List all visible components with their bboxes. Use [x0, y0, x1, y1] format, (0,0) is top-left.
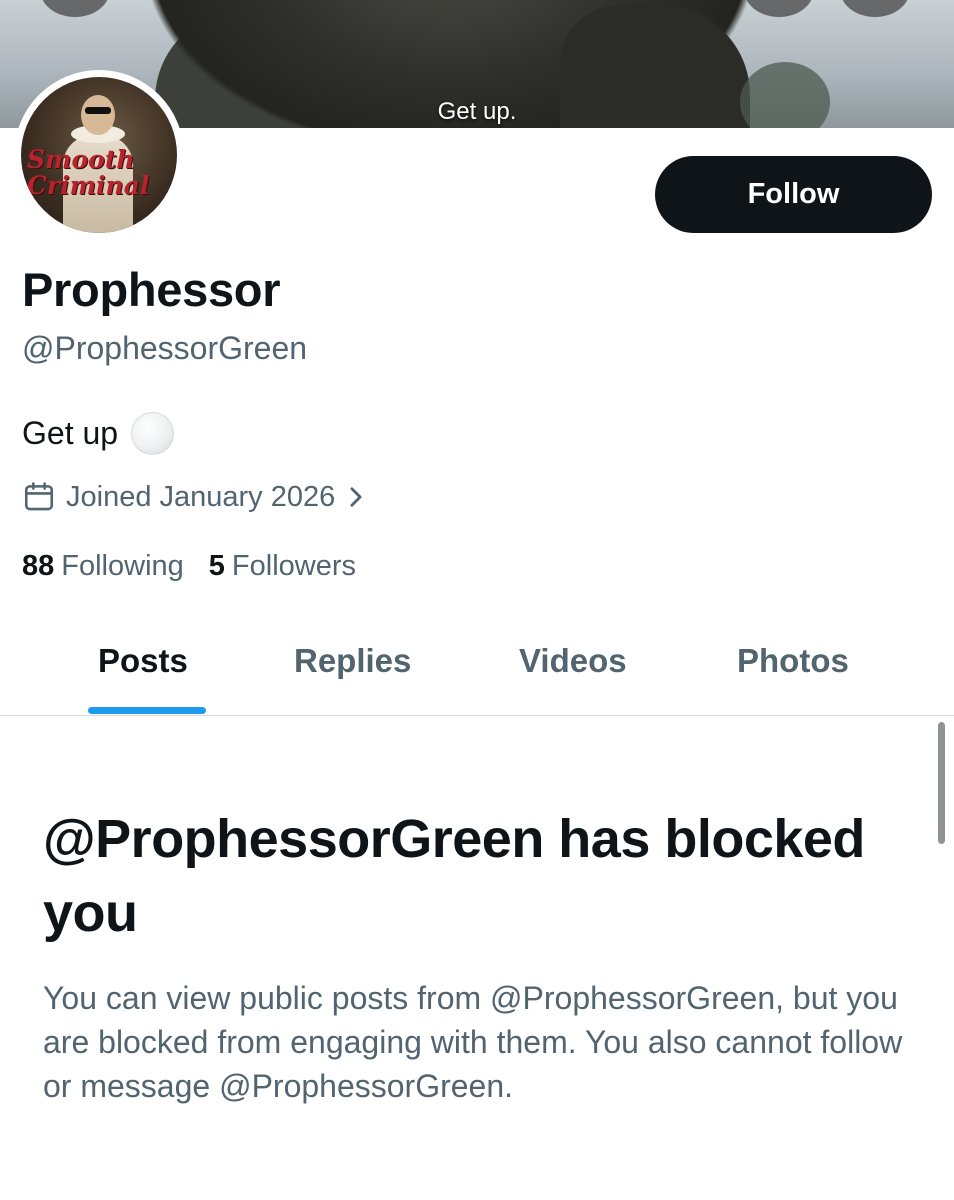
bio-text: Get up: [22, 415, 119, 451]
blocked-description: You can view public posts from @Prophess…: [43, 980, 903, 1104]
search-button[interactable]: [744, 0, 814, 17]
bio: Get up: [22, 412, 175, 455]
follow-stats: 88 Following 5 Followers: [22, 550, 356, 583]
white-circle-icon: [131, 412, 175, 455]
follow-button[interactable]: Follow: [655, 156, 932, 233]
chevron-right-icon: [350, 487, 362, 507]
display-name: Prophessor: [22, 263, 281, 316]
blocked-title: @ProphessorGreen has blocked you: [43, 809, 865, 943]
active-tab-indicator: [88, 707, 206, 714]
tab-posts[interactable]: Posts: [98, 642, 188, 680]
following-link[interactable]: 88 Following: [22, 550, 184, 583]
tab-photos[interactable]: Photos: [737, 642, 849, 680]
avatar-image: Smooth Criminal: [21, 77, 177, 233]
scrollbar[interactable]: [938, 722, 945, 844]
avatar[interactable]: Smooth Criminal: [14, 70, 184, 240]
followers-label: Followers: [231, 550, 356, 582]
handle: @ProphessorGreen: [22, 330, 308, 366]
joined-date-row[interactable]: Joined January 2026: [22, 480, 375, 514]
joined-text: Joined January 2026: [66, 480, 336, 513]
more-options-button[interactable]: [840, 0, 910, 17]
avatar-figure-head: [81, 95, 115, 135]
tab-replies[interactable]: Replies: [294, 642, 411, 680]
back-button[interactable]: [40, 0, 110, 17]
profile-tabs: Posts Replies Videos Photos: [0, 620, 954, 716]
tab-videos[interactable]: Videos: [519, 642, 627, 680]
followers-link[interactable]: 5 Followers: [209, 550, 356, 583]
calendar-icon: [24, 482, 54, 511]
avatar-sunglasses: [85, 107, 111, 114]
avatar-art-text: Smooth Criminal: [27, 145, 150, 200]
following-label: Following: [61, 550, 184, 582]
followers-count: 5: [208, 550, 225, 582]
following-count: 88: [22, 550, 55, 582]
